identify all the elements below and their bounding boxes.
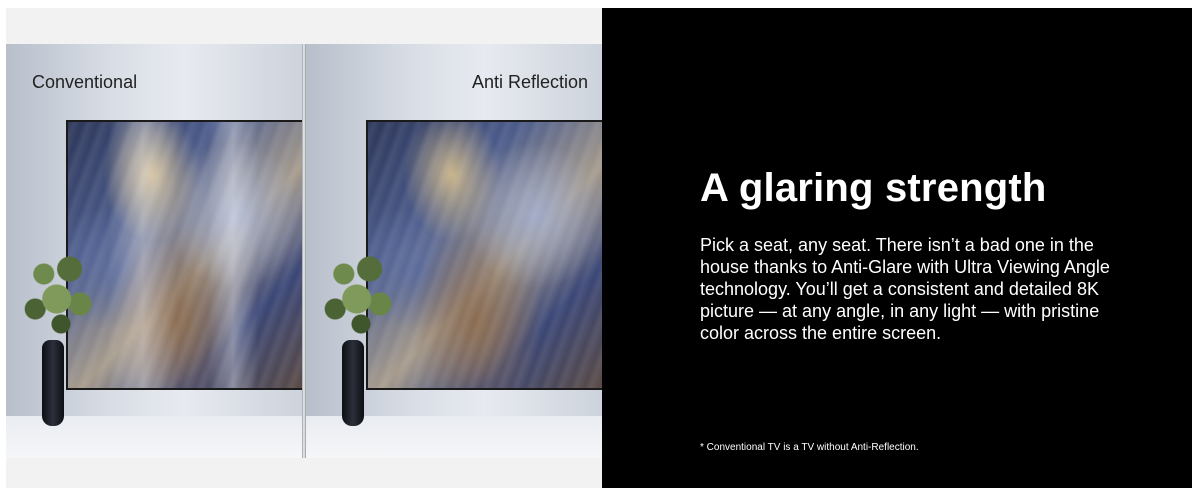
conventional-label: Conventional [32,72,138,92]
vase [42,340,64,426]
headline: A glaring strength [700,166,1047,210]
feature-section: Conventional Anti Reflection A glaring s… [6,8,1192,488]
vase [342,340,364,426]
anti-reflection-label: Anti Reflection [471,72,588,92]
plant [318,244,404,344]
plant [18,244,104,344]
info-panel: A glaring strength Pick a seat, any seat… [602,8,1192,488]
screen-glare [208,122,258,388]
comparison-image: Conventional Anti Reflection [6,8,602,488]
anti-reflection-panel [306,44,602,458]
conventional-panel [6,44,302,458]
conventional-tv-screen [66,120,302,390]
anti-reflection-tv-screen [366,120,602,390]
body-copy: Pick a seat, any seat. There isn’t a bad… [700,235,1110,343]
screen-glare [108,122,178,388]
footnote: * Conventional TV is a TV without Anti-R… [700,442,919,453]
